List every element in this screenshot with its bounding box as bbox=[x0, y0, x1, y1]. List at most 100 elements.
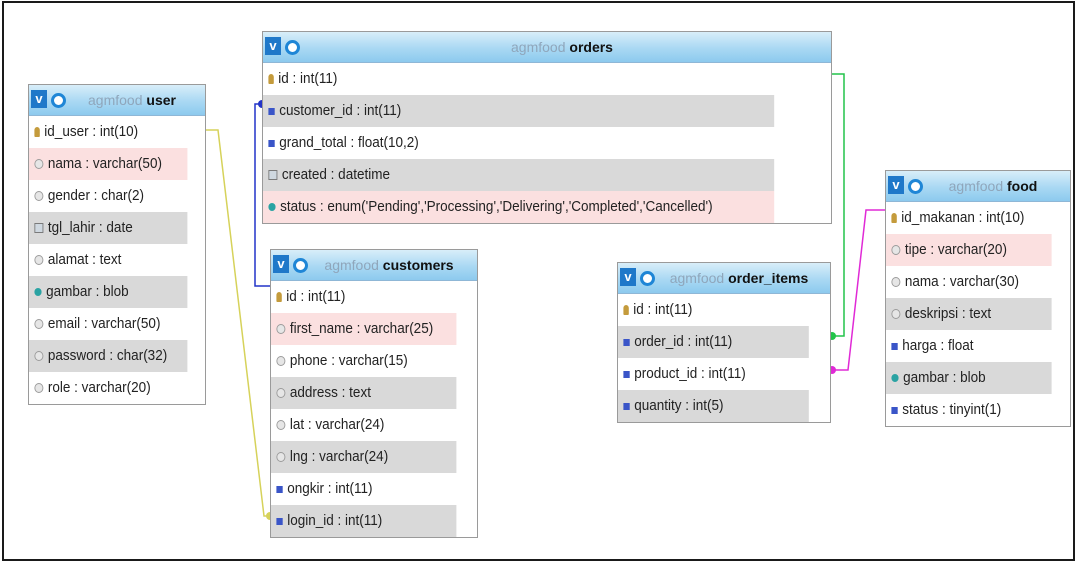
relation-line bbox=[832, 73, 845, 337]
numeric-column-icon bbox=[623, 402, 630, 410]
primary-key-icon bbox=[268, 74, 274, 84]
column-label: role : varchar(20) bbox=[47, 379, 151, 396]
table-title: agmfood customers bbox=[307, 250, 471, 280]
column-row[interactable]: quantity : int(5) bbox=[618, 390, 809, 422]
column-row[interactable]: order_id : int(11) bbox=[618, 326, 809, 358]
column-label: lat : varchar(24) bbox=[289, 416, 385, 433]
column-row[interactable]: status : enum('Pending','Processing','De… bbox=[263, 191, 775, 223]
table-options-icon[interactable] bbox=[908, 179, 923, 194]
table-food[interactable]: v agmfood food id_makanan : int(10) tipe … bbox=[885, 170, 1071, 427]
table-db-name: agmfood bbox=[324, 257, 379, 273]
text-column-icon bbox=[276, 388, 286, 398]
column-list: id : int(11) first_name : varchar(25) phon… bbox=[271, 281, 477, 537]
column-row[interactable]: id_user : int(10) bbox=[29, 116, 188, 148]
primary-key-icon bbox=[276, 292, 282, 302]
primary-key-icon bbox=[891, 213, 897, 223]
numeric-column-icon bbox=[276, 517, 283, 525]
text-column-icon bbox=[34, 159, 44, 169]
text-column-icon bbox=[34, 383, 44, 393]
column-row[interactable]: nama : varchar(50) bbox=[29, 148, 188, 180]
table-header-order-items[interactable]: v agmfood order_items bbox=[618, 263, 830, 294]
column-row[interactable]: deskripsi : text bbox=[886, 298, 1052, 330]
table-order-items[interactable]: v agmfood order_items id : int(11) order_… bbox=[617, 262, 831, 423]
column-row[interactable]: password : char(32) bbox=[29, 340, 188, 372]
table-options-icon[interactable] bbox=[285, 40, 300, 55]
column-row[interactable]: lat : varchar(24) bbox=[271, 409, 457, 441]
column-row[interactable]: product_id : int(11) bbox=[618, 358, 809, 390]
table-header-orders[interactable]: v agmfood orders bbox=[263, 32, 831, 63]
column-row[interactable]: gambar : blob bbox=[886, 362, 1052, 394]
table-title: agmfood food bbox=[922, 171, 1064, 201]
column-label: gender : char(2) bbox=[47, 187, 144, 204]
numeric-column-icon bbox=[268, 139, 275, 147]
collapse-toggle-icon[interactable]: v bbox=[620, 268, 636, 286]
column-row[interactable]: tgl_lahir : date bbox=[29, 212, 188, 244]
collapse-toggle-icon[interactable]: v bbox=[273, 255, 289, 273]
table-header-food[interactable]: v agmfood food bbox=[886, 171, 1070, 202]
numeric-column-icon bbox=[623, 370, 630, 378]
table-name: food bbox=[1007, 178, 1038, 194]
column-row[interactable]: id : int(11) bbox=[271, 281, 457, 313]
table-user[interactable]: v agmfood user id_user : int(10) nama : v… bbox=[28, 84, 206, 405]
column-label: product_id : int(11) bbox=[634, 365, 746, 382]
text-column-icon bbox=[891, 277, 901, 287]
collapse-toggle-icon[interactable]: v bbox=[265, 37, 281, 55]
column-row[interactable]: status : tinyint(1) bbox=[886, 394, 1052, 426]
column-row[interactable]: login_id : int(11) bbox=[271, 505, 457, 537]
blob-column-icon bbox=[34, 288, 42, 296]
column-label: id_makanan : int(10) bbox=[901, 209, 1025, 226]
table-title: agmfood orders bbox=[299, 32, 825, 62]
table-options-icon[interactable] bbox=[640, 271, 655, 286]
numeric-column-icon bbox=[276, 485, 283, 493]
column-list: id : int(11) customer_id : int(11) grand_t… bbox=[263, 63, 831, 223]
column-row[interactable]: id_makanan : int(10) bbox=[886, 202, 1052, 234]
text-column-icon bbox=[34, 191, 44, 201]
column-label: alamat : text bbox=[47, 251, 122, 268]
column-row[interactable]: alamat : text bbox=[29, 244, 188, 276]
column-label: address : text bbox=[289, 384, 371, 401]
collapse-toggle-icon[interactable]: v bbox=[31, 90, 47, 108]
column-row[interactable]: grand_total : float(10,2) bbox=[263, 127, 775, 159]
table-orders[interactable]: v agmfood orders id : int(11) customer_id… bbox=[262, 31, 832, 224]
column-label: gambar : blob bbox=[46, 283, 129, 300]
table-header-user[interactable]: v agmfood user bbox=[29, 85, 205, 116]
column-row[interactable]: ongkir : int(11) bbox=[271, 473, 457, 505]
column-row[interactable]: gambar : blob bbox=[29, 276, 188, 308]
column-row[interactable]: phone : varchar(15) bbox=[271, 345, 457, 377]
column-row[interactable]: id : int(11) bbox=[618, 294, 809, 326]
column-row[interactable]: address : text bbox=[271, 377, 457, 409]
table-title: agmfood order_items bbox=[654, 263, 824, 293]
table-name: order_items bbox=[728, 270, 809, 286]
column-row[interactable]: lng : varchar(24) bbox=[271, 441, 457, 473]
primary-key-icon bbox=[623, 305, 629, 315]
column-label: nama : varchar(50) bbox=[47, 155, 162, 172]
text-column-icon bbox=[276, 324, 286, 334]
column-row[interactable]: role : varchar(20) bbox=[29, 372, 188, 404]
date-column-icon bbox=[268, 170, 278, 180]
table-db-name: agmfood bbox=[88, 92, 143, 108]
column-row[interactable]: created : datetime bbox=[263, 159, 775, 191]
column-label: phone : varchar(15) bbox=[289, 352, 408, 369]
column-row[interactable]: first_name : varchar(25) bbox=[271, 313, 457, 345]
column-label: status : tinyint(1) bbox=[902, 401, 1002, 418]
column-label: created : datetime bbox=[281, 166, 390, 183]
column-label: login_id : int(11) bbox=[287, 512, 383, 529]
table-name: customers bbox=[382, 257, 454, 273]
column-row[interactable]: customer_id : int(11) bbox=[263, 95, 775, 127]
table-customers[interactable]: v agmfood customers id : int(11) first_na… bbox=[270, 249, 478, 538]
text-column-icon bbox=[34, 319, 44, 329]
column-label: id_user : int(10) bbox=[44, 123, 139, 140]
numeric-column-icon bbox=[623, 338, 630, 346]
table-options-icon[interactable] bbox=[293, 258, 308, 273]
column-row[interactable]: harga : float bbox=[886, 330, 1052, 362]
column-row[interactable]: nama : varchar(30) bbox=[886, 266, 1052, 298]
column-label: deskripsi : text bbox=[904, 305, 992, 322]
column-row[interactable]: id : int(11) bbox=[263, 63, 775, 95]
column-row[interactable]: tipe : varchar(20) bbox=[886, 234, 1052, 266]
column-row[interactable]: gender : char(2) bbox=[29, 180, 188, 212]
column-row[interactable]: email : varchar(50) bbox=[29, 308, 188, 340]
collapse-toggle-icon[interactable]: v bbox=[888, 176, 904, 194]
column-label: first_name : varchar(25) bbox=[289, 320, 434, 337]
table-options-icon[interactable] bbox=[51, 93, 66, 108]
table-header-customers[interactable]: v agmfood customers bbox=[271, 250, 477, 281]
